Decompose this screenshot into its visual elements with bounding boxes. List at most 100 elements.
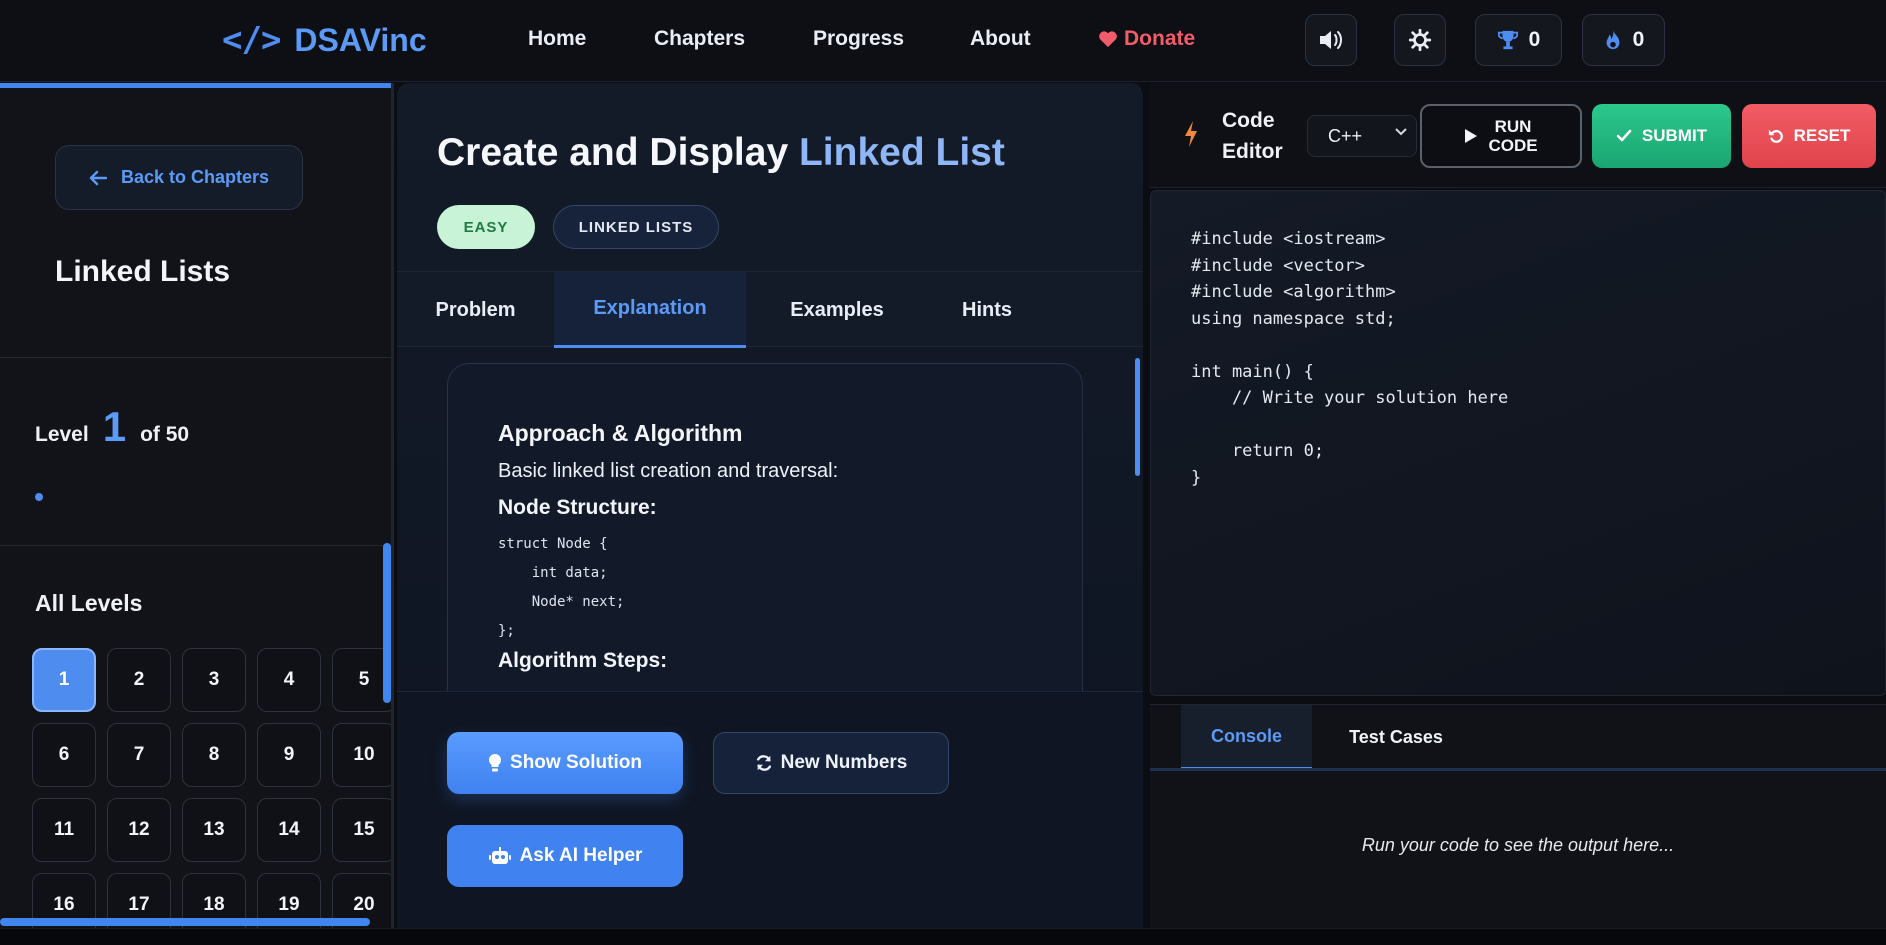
trophy-counter[interactable]: 0 (1475, 14, 1562, 66)
code-editor[interactable]: #include <iostream> #include <vector> #inc… (1150, 190, 1886, 696)
back-label: Back to Chapters (120, 167, 270, 187)
level-button-10[interactable]: 10 (332, 723, 391, 787)
editor-code-line: return 0; (1191, 441, 1325, 461)
approach-intro: Basic linked list creation and traversal… (498, 460, 839, 482)
tab-console[interactable]: Console (1181, 705, 1312, 770)
sidebar-vertical-scrollbar[interactable] (383, 543, 391, 703)
divider (0, 545, 391, 546)
level-progress-fill (35, 493, 43, 501)
difficulty-badge: EASY (437, 205, 535, 249)
language-select[interactable]: C++ (1307, 115, 1417, 157)
level-button-13[interactable]: 13 (182, 798, 246, 862)
problem-panel: Create and Display Linked List EASY LINK… (397, 83, 1143, 928)
nav-link-donate[interactable]: Donate (1098, 27, 1195, 51)
reset-label: RESET (1793, 126, 1851, 145)
level-button-4[interactable]: 4 (257, 648, 321, 712)
current-level-number: 1 (102, 403, 127, 450)
reset-button[interactable]: RESET (1742, 104, 1876, 168)
editor-title-line2: Editor (1222, 140, 1283, 163)
undo-icon (1768, 129, 1783, 143)
problem-title-main: Create and Display (437, 131, 789, 174)
tab-examples[interactable]: Examples (746, 272, 928, 348)
problem-title-highlight: Linked List (798, 131, 1005, 174)
fire-icon (1606, 29, 1620, 50)
language-value: C++ (1328, 125, 1363, 146)
play-icon (1465, 129, 1478, 143)
levels-sidebar: Back to Chapters Linked Lists Level 1 of… (0, 83, 394, 928)
editor-code-line: using namespace std; (1191, 308, 1396, 329)
node-structure-heading: Node Structure: (498, 496, 657, 519)
streak-counter[interactable]: 0 (1582, 14, 1665, 66)
sidebar-horizontal-scrollbar[interactable] (0, 918, 370, 926)
console-tab-underline (1150, 768, 1886, 771)
code-line: struct Node { (498, 536, 608, 552)
run-code-button[interactable]: RUN CODE (1420, 104, 1582, 168)
problem-actions: Show Solution New Numbers Ask AI Helper (397, 691, 1143, 928)
approach-heading: Approach & Algorithm (498, 420, 743, 446)
arrow-left-icon (89, 170, 107, 185)
level-button-3[interactable]: 3 (182, 648, 246, 712)
tab-hints[interactable]: Hints (928, 272, 1046, 348)
sidebar-accent-bar (0, 83, 391, 88)
show-solution-button[interactable]: Show Solution (447, 732, 683, 794)
editor-code-line: #include <iostream> (1191, 229, 1386, 249)
sound-toggle-button[interactable] (1305, 14, 1357, 66)
editor-code-line: #include <vector> (1191, 255, 1365, 276)
nav-link-progress[interactable]: Progress (813, 27, 904, 51)
robot-icon (488, 847, 511, 864)
editor-header: Code Editor C++ RUN CODE SUBMIT RESET (1150, 83, 1886, 188)
back-to-chapters-button[interactable]: Back to Chapters (55, 145, 303, 210)
run-label-line1: RUN (1494, 117, 1532, 136)
show-solution-label: Show Solution (510, 752, 642, 773)
console-panel: Console Test Cases Run your code to see … (1150, 704, 1886, 928)
lightbulb-icon (488, 753, 502, 772)
heart-icon (1099, 31, 1117, 48)
theme-toggle-button[interactable] (1394, 14, 1446, 66)
donate-label: Donate (1124, 27, 1196, 50)
editor-code-line: int main() { (1191, 361, 1314, 382)
level-button-8[interactable]: 8 (182, 723, 246, 787)
ask-ai-helper-button[interactable]: Ask AI Helper (447, 825, 683, 887)
all-levels-heading: All Levels (35, 590, 143, 616)
ask-ai-label: Ask AI Helper (519, 845, 643, 866)
top-navbar: </> DSAVinc Home Chapters Progress About… (0, 0, 1886, 82)
topic-badge: LINKED LISTS (553, 205, 719, 249)
level-button-15[interactable]: 15 (332, 798, 391, 862)
chevron-down-icon (1395, 128, 1407, 136)
level-progress-bar (35, 493, 355, 501)
problem-tabs: Problem Explanation Examples Hints (397, 271, 1143, 348)
editor-title-line1: Code (1222, 109, 1275, 132)
level-prefix: Level (35, 423, 89, 446)
level-button-14[interactable]: 14 (257, 798, 321, 862)
run-code-label: RUN CODE (1488, 117, 1537, 155)
trophy-count: 0 (1528, 28, 1541, 51)
problem-title: Create and Display Linked List (437, 131, 1005, 175)
tab-explanation[interactable]: Explanation (554, 272, 746, 348)
brand-logo[interactable]: </> DSAVinc (222, 18, 427, 62)
tab-problem[interactable]: Problem (397, 272, 554, 348)
brand-name: DSAVinc (294, 21, 427, 58)
tab-test-cases[interactable]: Test Cases (1312, 705, 1480, 770)
editor-code-line: // Write your solution here (1191, 388, 1509, 408)
level-button-9[interactable]: 9 (257, 723, 321, 787)
level-button-7[interactable]: 7 (107, 723, 171, 787)
new-numbers-button[interactable]: New Numbers (713, 732, 949, 794)
level-button-6[interactable]: 6 (32, 723, 96, 787)
console-output-placeholder: Run your code to see the output here... (1361, 835, 1675, 855)
submit-label: SUBMIT (1641, 126, 1708, 145)
code-line: int data; (498, 565, 608, 581)
level-button-11[interactable]: 11 (32, 798, 96, 862)
level-button-12[interactable]: 12 (107, 798, 171, 862)
submit-button[interactable]: SUBMIT (1592, 104, 1731, 168)
run-label-line2: CODE (1488, 136, 1538, 155)
page-footer-bar (0, 928, 1886, 945)
code-brackets-icon: </> (222, 20, 281, 60)
editor-code-line: } (1191, 467, 1202, 488)
explanation-scrollbar[interactable] (1135, 358, 1140, 476)
nav-link-home[interactable]: Home (528, 27, 586, 51)
level-button-1[interactable]: 1 (32, 648, 96, 712)
level-button-2[interactable]: 2 (107, 648, 171, 712)
nav-link-about[interactable]: About (970, 27, 1031, 51)
divider (0, 357, 391, 358)
nav-link-chapters[interactable]: Chapters (654, 27, 745, 51)
